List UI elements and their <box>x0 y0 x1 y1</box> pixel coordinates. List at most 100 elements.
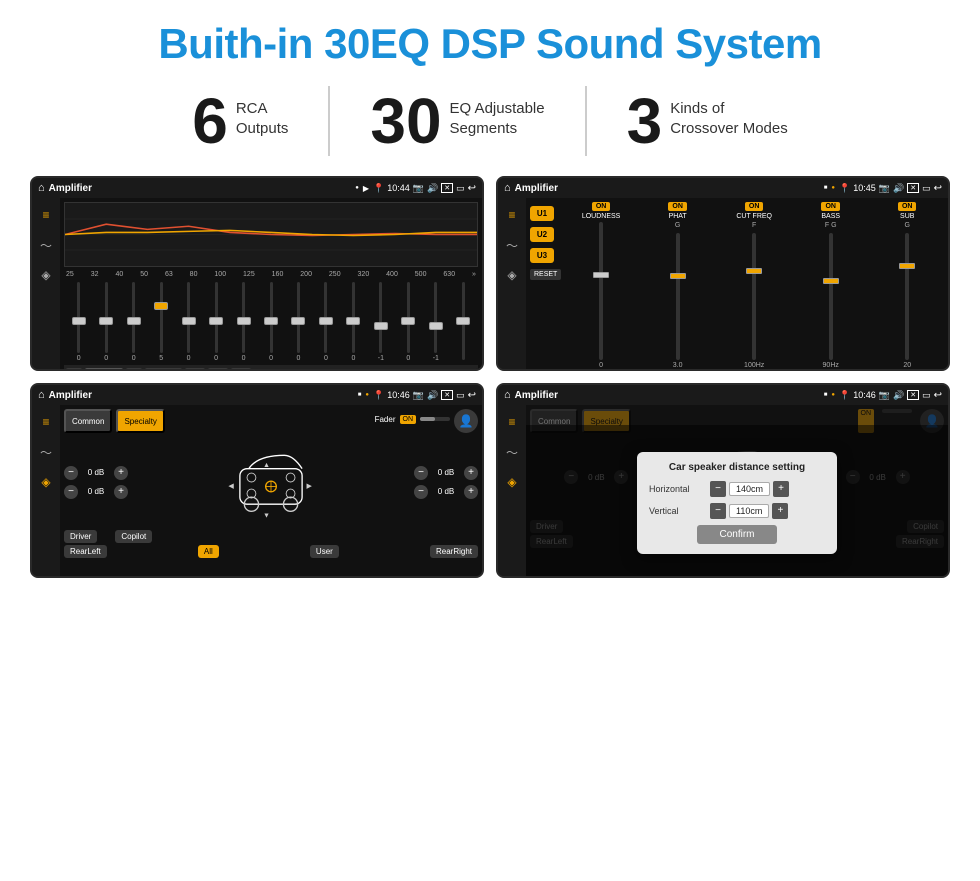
vertical-minus-btn[interactable]: − <box>710 503 726 519</box>
vol-minus-rr[interactable]: − <box>414 485 428 499</box>
nav-speaker-icon-3[interactable]: ◈ <box>37 473 55 491</box>
u2-btn[interactable]: U2 <box>530 227 554 242</box>
eq-reset-btn[interactable]: RESET <box>145 368 182 371</box>
chan-slider-sub[interactable] <box>905 233 909 360</box>
confirm-button[interactable]: Confirm <box>697 525 777 544</box>
specialty-btn[interactable]: Specialty <box>116 409 164 433</box>
eq-slider-10[interactable]: 0 <box>341 282 366 362</box>
eq-slider-12[interactable]: 0 <box>396 282 421 362</box>
eq-prev-btn[interactable]: ◀ <box>66 368 82 371</box>
eq-slider-6[interactable]: 0 <box>231 282 256 362</box>
horizontal-value: 140cm <box>729 482 770 496</box>
vol-minus-rl[interactable]: − <box>64 485 78 499</box>
vol-val-rr: 0 dB <box>431 487 461 496</box>
horizontal-plus-btn[interactable]: + <box>773 481 789 497</box>
eq-u3-btn[interactable]: U3 <box>231 368 251 371</box>
horizontal-minus-btn[interactable]: − <box>710 481 726 497</box>
vol-minus-fl[interactable]: − <box>64 466 78 480</box>
x-icon-3: ✕ <box>441 390 453 400</box>
eq-slider-7[interactable]: 0 <box>258 282 283 362</box>
x-icon-2: ✕ <box>907 183 919 193</box>
dot-icon-3b: ● <box>365 392 369 398</box>
main-title: Buith-in 30EQ DSP Sound System <box>30 20 950 68</box>
nav-wave-icon-2[interactable]: 〜 <box>503 236 521 254</box>
vol-minus-fr[interactable]: − <box>414 466 428 480</box>
eq-slider-4[interactable]: 0 <box>176 282 201 362</box>
stat-line2-rca: Outputs <box>236 119 289 139</box>
back-icon-3[interactable]: ↩ <box>468 390 476 401</box>
chan-slider-cutfreq[interactable] <box>752 233 756 360</box>
fader-on[interactable]: ON <box>400 415 417 424</box>
rearright-btn[interactable]: RearRight <box>430 545 478 558</box>
location-icon-1: 📍 <box>373 183 384 194</box>
nav-speaker-icon-2[interactable]: ◈ <box>503 266 521 284</box>
on-badge-phat[interactable]: ON <box>668 202 687 211</box>
nav-wave-icon-4[interactable]: 〜 <box>503 443 521 461</box>
on-badge-sub[interactable]: ON <box>898 202 917 211</box>
vertical-plus-btn[interactable]: + <box>772 503 788 519</box>
nav-speaker-icon[interactable]: ◈ <box>37 266 55 284</box>
screen-speaker: ⌂ Amplifier ■ ● 📍 10:46 📷 🔊 ✕ ▭ ↩ ≡ 〜 ◈ <box>30 383 484 578</box>
nav-wave-icon-3[interactable]: 〜 <box>37 443 55 461</box>
nav-speaker-icon-4[interactable]: ◈ <box>503 473 521 491</box>
on-badge-bass[interactable]: ON <box>821 202 840 211</box>
home-icon-1[interactable]: ⌂ <box>38 182 45 194</box>
eq-custom-btn[interactable]: Custom <box>85 368 123 371</box>
eq-label-10: 250 <box>329 271 341 278</box>
eq-u2-btn[interactable]: U2 <box>208 368 228 371</box>
u3-btn[interactable]: U3 <box>530 248 554 263</box>
on-badge-cutfreq[interactable]: ON <box>745 202 764 211</box>
chan-slider-bass[interactable] <box>829 233 833 360</box>
chan-slider-phat[interactable] <box>676 233 680 360</box>
u1-btn[interactable]: U1 <box>530 206 554 221</box>
home-icon-2[interactable]: ⌂ <box>504 182 511 194</box>
all-btn[interactable]: All <box>198 545 219 558</box>
eq-slider-0[interactable]: 0 <box>66 282 91 362</box>
eq-slider-13[interactable]: -1 <box>423 282 448 362</box>
eq-label-14: 630 <box>443 271 455 278</box>
dot-icon-4: ■ <box>824 392 828 398</box>
user-btn[interactable]: User <box>310 545 339 558</box>
vol-plus-fl[interactable]: + <box>114 466 128 480</box>
home-icon-4[interactable]: ⌂ <box>504 389 511 401</box>
app-title-3: Amplifier <box>49 390 354 401</box>
on-badge-loudness[interactable]: ON <box>592 202 611 211</box>
eq-slider-14[interactable] <box>451 282 476 362</box>
eq-label-3: 50 <box>140 271 148 278</box>
eq-slider-5[interactable]: 0 <box>203 282 228 362</box>
vol-row-rl: − 0 dB + <box>64 485 128 499</box>
eq-slider-9[interactable]: 0 <box>313 282 338 362</box>
nav-eq-icon-4[interactable]: ≡ <box>503 413 521 431</box>
vol-plus-rr[interactable]: + <box>464 485 478 499</box>
back-icon-2[interactable]: ↩ <box>934 183 942 194</box>
chan-slider-loudness[interactable] <box>599 222 603 360</box>
vol-val-rl: 0 dB <box>81 487 111 496</box>
vol-plus-rl[interactable]: + <box>114 485 128 499</box>
nav-wave-icon[interactable]: 〜 <box>37 236 55 254</box>
horizontal-stepper: − 140cm + <box>710 481 789 497</box>
eq-label-11: 320 <box>358 271 370 278</box>
back-icon-1[interactable]: ↩ <box>468 183 476 194</box>
dot-icon-2b: ● <box>831 185 835 191</box>
chan-val-cutfreq: 100Hz <box>744 362 764 369</box>
nav-eq-icon-3[interactable]: ≡ <box>37 413 55 431</box>
rearleft-btn[interactable]: RearLeft <box>64 545 107 558</box>
stat-text-rca: RCA Outputs <box>236 89 289 138</box>
eq-u1-btn[interactable]: U1 <box>185 368 205 371</box>
driver-btn[interactable]: Driver <box>64 530 97 543</box>
eq-next-btn[interactable]: ▶ <box>126 368 142 371</box>
back-icon-4[interactable]: ↩ <box>934 390 942 401</box>
nav-eq-icon[interactable]: ≡ <box>37 206 55 224</box>
vol-plus-fr[interactable]: + <box>464 466 478 480</box>
eq-slider-1[interactable]: 0 <box>93 282 118 362</box>
x-icon-4: ✕ <box>907 390 919 400</box>
common-btn[interactable]: Common <box>64 409 112 433</box>
eq-slider-3[interactable]: 5 <box>148 282 173 362</box>
reset-btn[interactable]: RESET <box>530 269 561 280</box>
home-icon-3[interactable]: ⌂ <box>38 389 45 401</box>
eq-slider-11[interactable]: -1 <box>368 282 393 362</box>
eq-slider-2[interactable]: 0 <box>121 282 146 362</box>
eq-slider-8[interactable]: 0 <box>286 282 311 362</box>
nav-eq-icon-2[interactable]: ≡ <box>503 206 521 224</box>
copilot-btn[interactable]: Copilot <box>115 530 152 543</box>
